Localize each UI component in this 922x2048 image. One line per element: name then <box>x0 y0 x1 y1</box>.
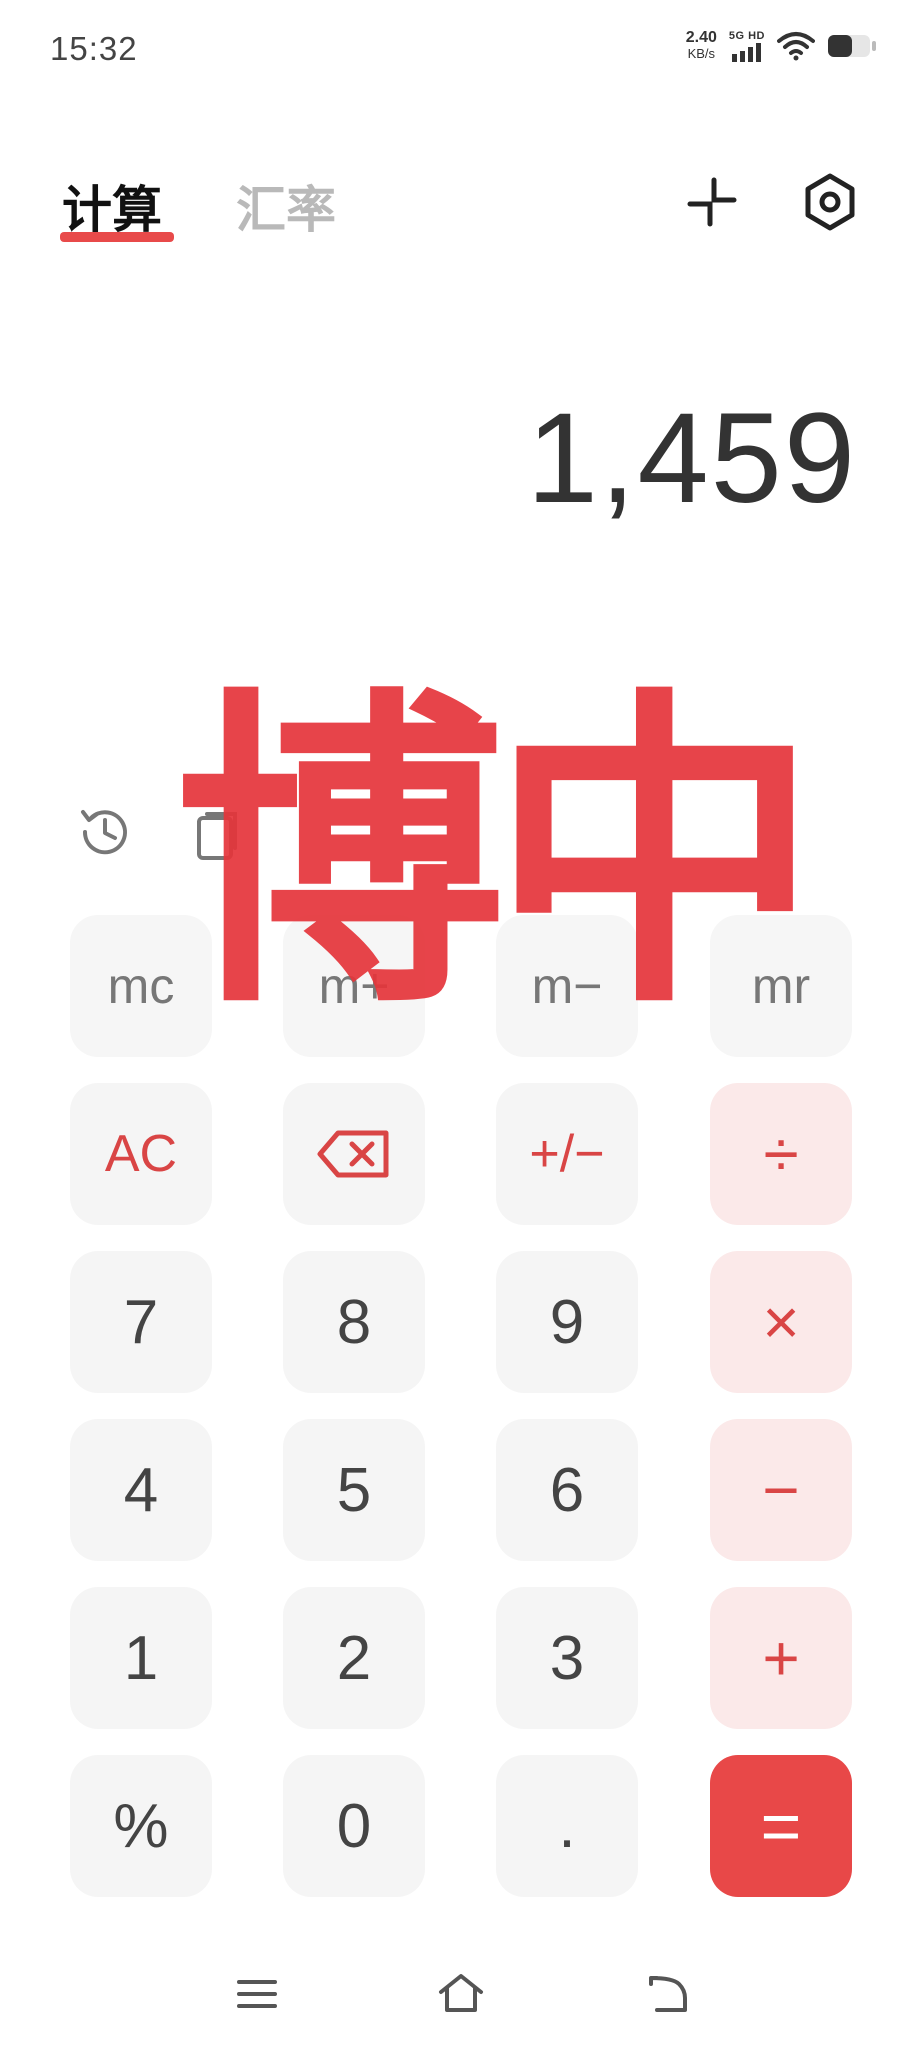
key-4[interactable]: 4 <box>70 1419 212 1561</box>
key-toggle-sign[interactable]: +/− <box>496 1083 638 1225</box>
key-multiply[interactable]: × <box>710 1251 852 1393</box>
active-tab-indicator <box>60 232 174 242</box>
key-all-clear[interactable]: AC <box>70 1083 212 1225</box>
key-memory-recall[interactable]: mr <box>710 915 852 1057</box>
back-icon[interactable] <box>643 1970 691 2018</box>
tab-exchange-rate[interactable]: 汇率 <box>236 170 336 242</box>
result-display: 1,459 <box>526 387 857 530</box>
key-0[interactable]: 0 <box>283 1755 425 1897</box>
key-memory-subtract[interactable]: m− <box>496 915 638 1057</box>
system-nav-bar <box>0 1960 922 2048</box>
backspace-icon <box>317 1130 389 1178</box>
key-memory-clear[interactable]: mc <box>70 915 212 1057</box>
key-2[interactable]: 2 <box>283 1587 425 1729</box>
copy-icon[interactable] <box>195 810 241 862</box>
key-add[interactable]: + <box>710 1587 852 1729</box>
key-percent[interactable]: % <box>70 1755 212 1897</box>
network-speed: 2.40 KB/s <box>685 29 717 62</box>
settings-icon[interactable] <box>800 172 860 232</box>
wifi-icon <box>777 32 815 61</box>
compact-mode-icon[interactable] <box>686 176 738 228</box>
key-5[interactable]: 5 <box>283 1419 425 1561</box>
status-time: 15:32 <box>50 30 138 67</box>
key-3[interactable]: 3 <box>496 1587 638 1729</box>
menu-icon[interactable] <box>233 1970 281 2018</box>
home-icon[interactable] <box>437 1970 485 2018</box>
key-memory-add[interactable]: m+ <box>283 915 425 1057</box>
key-9[interactable]: 9 <box>496 1251 638 1393</box>
signal-icon: 5G HD <box>729 30 765 62</box>
key-decimal[interactable]: . <box>496 1755 638 1897</box>
key-subtract[interactable]: − <box>710 1419 852 1561</box>
status-bar: 15:32 2.40 KB/s 5G HD <box>0 0 922 100</box>
key-backspace[interactable] <box>283 1083 425 1225</box>
key-8[interactable]: 8 <box>283 1251 425 1393</box>
key-6[interactable]: 6 <box>496 1419 638 1561</box>
key-equals[interactable]: = <box>710 1755 852 1897</box>
status-icons: 2.40 KB/s 5G HD <box>686 30 877 62</box>
key-7[interactable]: 7 <box>70 1251 212 1393</box>
tab-bar: 计算 汇率 <box>0 160 922 270</box>
key-1[interactable]: 1 <box>70 1587 212 1729</box>
key-divide[interactable]: ÷ <box>710 1083 852 1225</box>
history-icon[interactable] <box>75 802 135 862</box>
battery-icon <box>828 35 876 57</box>
